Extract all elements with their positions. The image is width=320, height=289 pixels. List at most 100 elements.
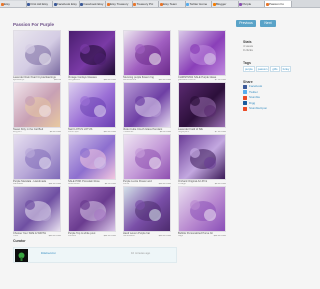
item-thumbnail[interactable]	[178, 30, 226, 76]
browser-tab-label: First Aid Etsy	[30, 2, 49, 6]
treasury-item[interactable]: Bubble Personalized Purse for bags $14.00 …	[178, 186, 226, 240]
favicon-icon	[27, 3, 30, 6]
browser-tab[interactable]: Etsy	[0, 1, 27, 7]
favicon-icon	[239, 3, 242, 6]
product-image	[80, 44, 106, 65]
browser-tab-label: Etsy Team	[163, 2, 177, 6]
curator-card: littlebeccisi 10 minutes ago	[13, 247, 177, 263]
item-thumbnail[interactable]	[178, 186, 226, 232]
item-meta: bags $14.00 USD	[178, 235, 226, 238]
browser-tab[interactable]: Purple	[238, 1, 265, 7]
product-image	[80, 148, 106, 169]
item-shop[interactable]: Owls	[13, 235, 18, 238]
browser-tab[interactable]: Treasury Pic	[132, 1, 159, 7]
treasury-item[interactable]: Purple Lucite Flower and Lucite $10.00 USD	[123, 134, 171, 188]
item-shop[interactable]: dresses	[68, 235, 76, 238]
favicon-icon	[0, 3, 4, 6]
tag[interactable]: gifts	[270, 66, 280, 72]
sidebar: Stats 4 views 0 clicks Tags purple passi…	[243, 36, 303, 112]
tag[interactable]: purple	[243, 66, 255, 72]
browser-tab[interactable]: First Aid Etsy	[26, 1, 53, 7]
curator-time: 10 minutes ago	[131, 251, 151, 255]
item-title[interactable]: Bubble Personalized Purse for	[178, 232, 213, 235]
item-thumbnail[interactable]	[123, 30, 171, 76]
treasury-item[interactable]: Stunning purple flower ring fabulousflora…	[123, 30, 171, 84]
browser-tab[interactable]: Facebook Etsy	[53, 1, 80, 7]
item-thumbnail[interactable]	[13, 82, 61, 128]
item-thumbnail[interactable]	[123, 186, 171, 232]
curator-name[interactable]: littlebeccisi	[41, 251, 56, 255]
item-thumbnail[interactable]	[13, 134, 61, 180]
product-image	[190, 96, 216, 117]
product-image	[135, 96, 161, 117]
share-icon	[243, 95, 247, 100]
item-meta: Owls $26.00 USD	[13, 235, 61, 238]
item-thumbnail[interactable]	[178, 82, 226, 128]
tag-list: purple passion gifts funky	[243, 66, 303, 72]
item-price: $26.00 USD	[48, 235, 61, 238]
favicon-icon	[133, 3, 136, 6]
browser-tab[interactable]: Etsy Treasury	[106, 1, 133, 7]
item-thumbnail[interactable]	[68, 30, 116, 76]
treasury-item[interactable]: Lavender Field of Silk Sugarplum $7.00 USD	[178, 82, 226, 136]
item-thumbnail[interactable]	[68, 134, 116, 180]
share-icon	[243, 90, 247, 95]
treasury-title: Passion For Purple	[13, 22, 55, 27]
product-image	[25, 44, 51, 65]
product-image	[80, 96, 106, 117]
curator-heading: Curator	[13, 239, 26, 243]
treasury-item[interactable]: Orchard Original Art-Print Vintage $9.00 U…	[178, 134, 226, 188]
tag[interactable]: passion	[255, 66, 270, 72]
item-thumbnail[interactable]	[178, 134, 226, 180]
browser-tab[interactable]: Blogger	[212, 1, 239, 7]
product-image	[135, 148, 161, 169]
treasury-item[interactable]: Sweet Kitty in the Cat Bed kittyprint $9.0…	[13, 82, 61, 136]
item-thumbnail[interactable]	[13, 186, 61, 232]
item-thumbnail[interactable]	[68, 186, 116, 232]
browser-tab[interactable]: Facebook Etsy	[79, 1, 106, 7]
treasury-item[interactable]: Purple Mandala - Handmade Mandalas $12.00 …	[13, 134, 61, 188]
item-thumbnail[interactable]	[123, 82, 171, 128]
product-image	[25, 96, 51, 117]
tags-heading: Tags	[243, 61, 251, 65]
treasury-item[interactable]: Swirl LOTUS LOTUS Lotus Spa $25.00 USD	[68, 82, 116, 136]
item-thumbnail[interactable]	[13, 30, 61, 76]
share-list: Facebook Twitter Stumble Digg StumbleUpon	[243, 84, 303, 112]
share-icon	[243, 101, 247, 106]
treasury-item[interactable]: Choose Your SIZE & WIDTH Owls $26.00 USD	[13, 186, 61, 240]
share-link[interactable]: StumbleUpon	[243, 106, 303, 112]
treasury-item[interactable]: SALE PINK Porcelain Rose Rosa Rosa $4.50 U…	[68, 134, 116, 188]
product-image	[135, 44, 161, 65]
favicon-icon	[159, 3, 163, 6]
treasury-item[interactable]: Lavender Rain Pearl Crystal Earrings ajew…	[13, 30, 61, 84]
browser-tab-bar: Etsy First Aid Etsy Facebook Etsy Facebook …	[0, 0, 320, 8]
item-thumbnail[interactable]	[123, 134, 171, 180]
share-icon	[243, 106, 247, 111]
browser-tab[interactable]: Etsy Team	[159, 1, 186, 7]
tag[interactable]: funky	[280, 66, 292, 72]
favicon-icon	[212, 3, 216, 6]
product-image	[135, 200, 161, 221]
item-shop[interactable]: handweave	[123, 235, 135, 238]
favicon-icon	[106, 3, 110, 6]
treasury-item[interactable]: Violet Cube Czech Glass Pendant Treasures…	[123, 82, 171, 136]
treasury-item[interactable]: Vintage Cat Eye Glasses Sunglasses $28.00 …	[68, 30, 116, 84]
browser-tab-label: Treasury Pic	[136, 2, 154, 6]
product-image	[190, 148, 216, 169]
next-button[interactable]: Next	[260, 20, 276, 27]
item-price: $30.00 USD	[158, 235, 171, 238]
avatar[interactable]	[15, 249, 28, 262]
treasury-item[interactable]: Hand woven Purple hat handweave $30.00 USD	[123, 186, 171, 240]
browser-tab-label: Facebook Etsy	[83, 2, 104, 6]
browser-tab[interactable]: Passion Fo	[265, 1, 292, 7]
item-meta: handweave $30.00 USD	[123, 235, 171, 238]
item-shop[interactable]: bags	[178, 235, 183, 238]
previous-button[interactable]: Previous	[236, 20, 256, 27]
share-label: StumbleUpon	[249, 106, 268, 110]
browser-tab[interactable]: Twitter Home	[185, 1, 212, 7]
item-thumbnail[interactable]	[68, 82, 116, 128]
browser-tab-label: Blogger	[216, 2, 227, 6]
treasury-item[interactable]: Purple Top & white pout dresses $22.00 USD	[68, 186, 116, 240]
treasury-item[interactable]: CHRISTMAS SALE Purple Glass glassadornmen…	[178, 30, 226, 84]
browser-tab-label: Twitter Home	[189, 2, 208, 6]
